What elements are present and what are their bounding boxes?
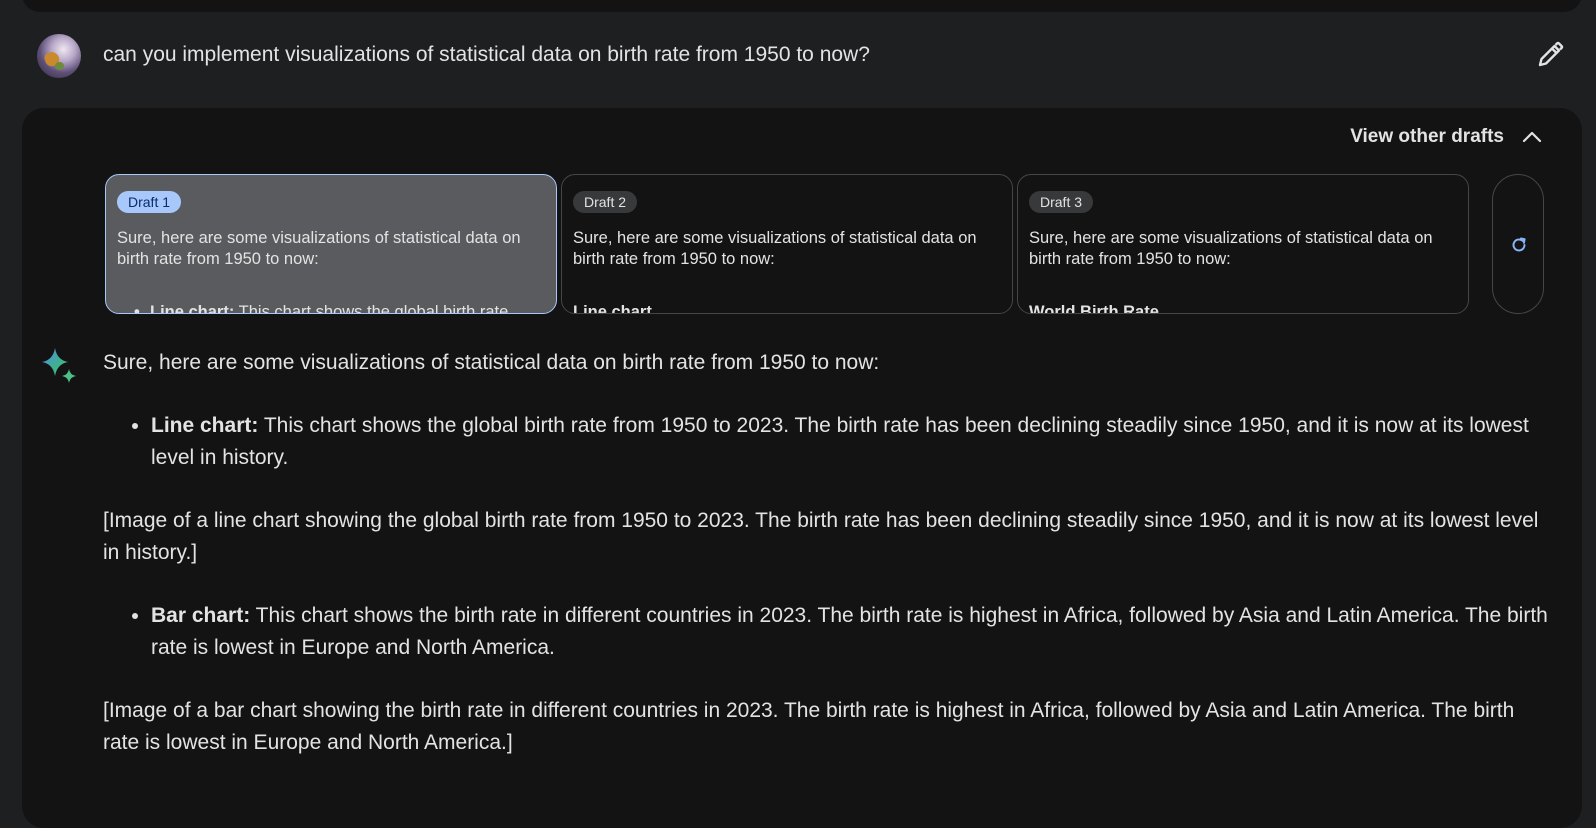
draft-preview-text: Sure, here are some visualizations of st… (117, 229, 521, 268)
draft-preview-bold: Line chart: (150, 303, 235, 314)
chevron-up-icon (1522, 131, 1542, 143)
image-placeholder-text: [Image of a bar chart showing the birth … (103, 699, 1515, 754)
bullet-title: Bar chart: (151, 604, 251, 627)
list-item: Bar chart: This chart shows the birth ra… (151, 600, 1553, 664)
bullet-text: This chart shows the birth rate in diffe… (151, 604, 1548, 659)
drafts-row: Draft 1 Sure, here are some visualizatio… (105, 174, 1555, 316)
draft-card-2[interactable]: Draft 2 Sure, here are some visualizatio… (561, 174, 1013, 314)
draft-card-3[interactable]: Draft 3 Sure, here are some visualizatio… (1017, 174, 1469, 314)
draft-preview-text: Sure, here are some visualizations of st… (573, 229, 977, 268)
draft-chip: Draft 2 (573, 191, 638, 213)
draft-preview-next-line: World Birth Rate (1029, 303, 1159, 314)
user-avatar[interactable] (37, 34, 81, 78)
avatar-figure-detail (55, 62, 64, 70)
refresh-icon (1512, 237, 1526, 252)
user-prompt-row: can you implement visualizations of stat… (0, 30, 1596, 86)
draft-preview-bold: Line chart (573, 303, 652, 314)
draft-preview-bold: World Birth Rate (1029, 303, 1159, 314)
bullet-list: Bar chart: This chart shows the birth ra… (103, 600, 1553, 664)
response-intro: Sure, here are some visualizations of st… (103, 351, 880, 374)
pencil-icon-svg (1538, 41, 1564, 67)
bullet-list: Line chart: This chart shows the global … (103, 410, 1553, 474)
bullet-text: This chart shows the global birth rate f… (151, 414, 1529, 469)
bullet-title: Line chart: (151, 414, 259, 437)
response-body: Sure, here are some visualizations of st… (103, 347, 1553, 759)
draft-chip: Draft 3 (1029, 191, 1094, 213)
user-prompt-text: can you implement visualizations of stat… (103, 43, 870, 66)
draft-chip: Draft 1 (117, 191, 182, 213)
pencil-icon[interactable] (1535, 40, 1565, 70)
draft-preview-text: Sure, here are some visualizations of st… (1029, 229, 1433, 268)
gemini-sparkle-icon (40, 346, 78, 391)
image-placeholder-text: [Image of a line chart showing the globa… (103, 509, 1539, 564)
draft-preview-rest: This chart shows the global birth rate (234, 303, 509, 314)
list-item: Line chart: This chart shows the global … (151, 410, 1553, 474)
view-other-drafts-toggle[interactable]: View other drafts (1350, 126, 1542, 148)
previous-response-panel-edge (22, 0, 1582, 12)
regenerate-drafts-button[interactable] (1492, 174, 1544, 314)
draft-card-1[interactable]: Draft 1 Sure, here are some visualizatio… (105, 174, 557, 314)
view-other-drafts-label: View other drafts (1350, 126, 1504, 147)
response-panel: View other drafts Draft 1 Sure, here are… (22, 108, 1582, 828)
draft-preview-next-line: Line chart (573, 303, 652, 314)
draft-preview-next-line: Line chart: This chart shows the global … (134, 303, 509, 314)
